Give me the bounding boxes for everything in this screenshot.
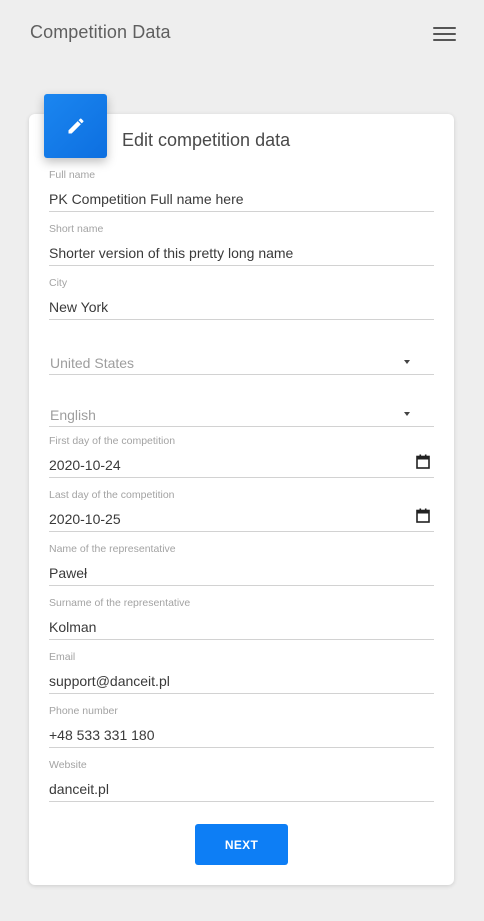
email-input[interactable]: support@danceit.pl (49, 673, 170, 689)
city-label: City (49, 277, 68, 289)
field-underline (49, 639, 434, 640)
last-day-label: Last day of the competition (49, 489, 175, 501)
field-underline (49, 693, 434, 694)
website-label: Website (49, 759, 87, 771)
field-underline (49, 374, 434, 375)
full-name-label: Full name (49, 169, 96, 181)
field-underline (49, 801, 434, 802)
field-underline (49, 265, 434, 266)
field-underline (49, 211, 434, 212)
last-day-input[interactable]: 2020-10-25 (49, 511, 121, 527)
app-title: Competition Data (30, 22, 171, 42)
first-day-input[interactable]: 2020-10-24 (49, 457, 121, 473)
website-input[interactable]: danceit.pl (49, 781, 109, 797)
email-label: Email (49, 651, 76, 663)
city-input[interactable]: New York (49, 299, 108, 315)
short-name-label: Short name (49, 223, 104, 235)
chevron-down-icon (404, 360, 410, 364)
field-underline (49, 319, 434, 320)
representative-surname-label: Surname of the representative (49, 597, 191, 609)
representative-surname-input[interactable]: Kolman (49, 619, 96, 635)
field-underline (49, 477, 434, 478)
short-name-input[interactable]: Shorter version of this pretty long name (49, 245, 293, 261)
phone-label: Phone number (49, 705, 118, 717)
calendar-icon[interactable] (416, 454, 430, 469)
country-select-value: United States (50, 355, 135, 371)
hamburger-menu-icon[interactable] (432, 25, 457, 43)
field-underline (49, 747, 434, 748)
phone-input[interactable]: +48 533 331 180 (49, 727, 155, 743)
next-button[interactable]: NEXT (195, 824, 288, 865)
field-underline (49, 531, 434, 532)
field-underline (49, 585, 434, 586)
representative-name-label: Name of the representative (49, 543, 176, 555)
app-header: Competition Data (0, 0, 484, 68)
representative-name-input[interactable]: Paweł (49, 565, 87, 581)
card-title: Edit competition data (122, 130, 291, 150)
chevron-down-icon (404, 412, 410, 416)
language-select-value: English (50, 407, 96, 423)
full-name-input[interactable]: PK Competition Full name here (49, 191, 244, 207)
first-day-label: First day of the competition (49, 435, 176, 447)
calendar-icon[interactable] (416, 508, 430, 523)
field-underline (49, 426, 434, 427)
pencil-icon (44, 94, 107, 158)
